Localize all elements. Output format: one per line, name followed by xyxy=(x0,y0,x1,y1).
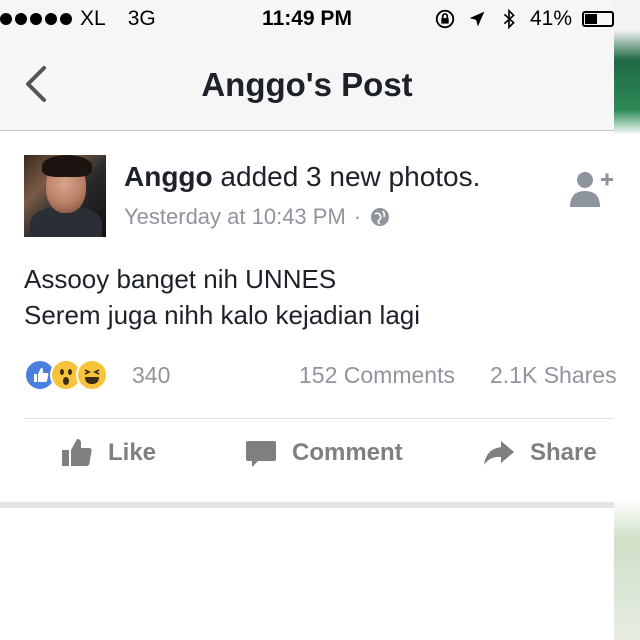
add-friend-button[interactable] xyxy=(568,169,614,209)
facebook-post-screen: XL 3G 11:49 PM 41% Anggo's Post Anggo ad… xyxy=(0,0,617,640)
post-headline: Anggo added 3 new photos. xyxy=(124,161,480,193)
like-button[interactable]: Like xyxy=(60,436,156,470)
post-action-text: added 3 new photos. xyxy=(212,161,481,192)
author-avatar[interactable] xyxy=(24,155,106,237)
haha-reaction-icon xyxy=(76,359,108,391)
navigation-header: Anggo's Post xyxy=(0,40,614,131)
thumbs-up-icon xyxy=(62,439,92,466)
shares-count[interactable]: 2.1K Shares xyxy=(490,362,617,389)
comment-label: Comment xyxy=(292,439,403,466)
status-bar: XL 3G 11:49 PM 41% xyxy=(0,0,614,40)
reactions-summary: 340 152 Comments 2.1K Shares xyxy=(24,359,617,393)
post-text-line-1: Assooy banget nih UNNES xyxy=(24,264,337,294)
share-arrow-icon xyxy=(484,441,514,465)
rotation-lock-icon xyxy=(435,9,455,29)
reaction-count[interactable]: 340 xyxy=(132,362,170,389)
bluetooth-icon xyxy=(503,8,515,30)
meta-separator: · xyxy=(353,204,362,229)
comment-button[interactable]: Comment xyxy=(244,436,403,470)
battery-percentage: 41% xyxy=(529,7,572,30)
status-right: 41% xyxy=(434,7,614,31)
battery-icon xyxy=(582,11,614,27)
post-body-text: Assooy banget nih UNNES Serem juga nihh … xyxy=(24,261,420,333)
comments-count[interactable]: 152 Comments xyxy=(299,362,455,389)
share-button[interactable]: Share xyxy=(482,436,597,470)
background-app-edge xyxy=(614,0,640,640)
post-meta: Yesterday at 10:43 PM · xyxy=(124,204,391,230)
comment-bubble-icon xyxy=(246,441,276,467)
share-label: Share xyxy=(530,439,597,466)
feed-separator xyxy=(0,502,614,508)
add-friend-icon xyxy=(570,172,613,207)
actions-divider xyxy=(24,418,614,419)
post-timestamp[interactable]: Yesterday at 10:43 PM xyxy=(124,204,346,230)
location-arrow-icon xyxy=(469,11,485,27)
post-text-line-2: Serem juga nihh kalo kejadian lagi xyxy=(24,300,421,330)
page-title: Anggo's Post xyxy=(201,66,413,103)
reaction-icons[interactable] xyxy=(24,359,108,391)
post-actions-bar: Like Comment Share xyxy=(0,436,614,486)
post-card: Anggo added 3 new photos. Yesterday at 1… xyxy=(0,131,617,501)
author-name-link[interactable]: Anggo xyxy=(124,161,213,192)
like-label: Like xyxy=(108,439,157,466)
globe-icon xyxy=(371,208,390,226)
